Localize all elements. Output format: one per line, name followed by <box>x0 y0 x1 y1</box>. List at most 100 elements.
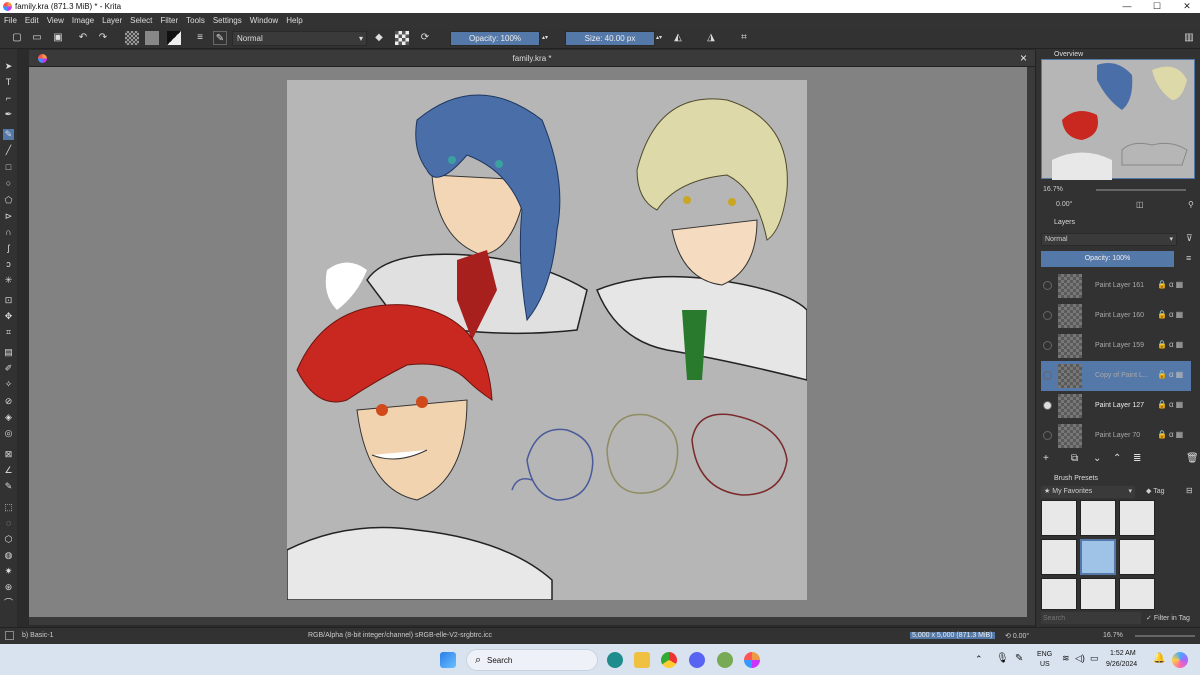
eye-open-icon[interactable] <box>1043 401 1052 410</box>
workspace-icon[interactable]: ▥ <box>1182 31 1196 45</box>
microphone-icon[interactable]: 🎙 <box>996 653 1009 664</box>
maximize-button[interactable]: ☐ <box>1142 0 1172 13</box>
delete-layer-icon[interactable]: 🗑 <box>1186 453 1199 464</box>
layer-lock-alpha-icons[interactable]: 🔒α▦ <box>1157 340 1185 349</box>
mirror-horizontal-icon[interactable]: ◭ <box>671 31 685 45</box>
layers-blend-mode-select[interactable]: Normal ▾ <box>1041 233 1177 246</box>
close-window-button[interactable]: ✕ <box>1172 0 1200 13</box>
fill-tool-icon[interactable]: ◈ <box>3 412 14 423</box>
move-up-icon[interactable]: ⌃ <box>1113 453 1121 464</box>
brush-status-icon[interactable] <box>5 631 14 640</box>
polygon-tool-icon[interactable]: ⬠ <box>3 195 14 206</box>
similar-select-tool-icon[interactable]: ⊛ <box>3 582 14 593</box>
krita-taskbar-icon[interactable] <box>744 652 760 668</box>
battery-icon[interactable]: ▭ <box>1090 653 1099 664</box>
eraser-icon[interactable]: ◆ <box>372 31 386 45</box>
menu-layer[interactable]: Layer <box>102 16 122 25</box>
menu-help[interactable]: Help <box>286 16 302 25</box>
layer-lock-alpha-icons[interactable]: 🔒α▦ <box>1157 400 1185 409</box>
chrome-icon[interactable] <box>661 652 677 668</box>
menu-image[interactable]: Image <box>72 16 94 25</box>
menu-select[interactable]: Select <box>130 16 152 25</box>
brush-search-input[interactable] <box>1041 612 1141 624</box>
status-image-size[interactable]: 5,000 x 5,000 (871.3 MiB) <box>910 632 995 639</box>
overview-zoom-slider[interactable] <box>1096 189 1186 191</box>
overview-zoom[interactable]: 16.7% <box>1043 186 1063 193</box>
brush-preset-eraser-soft[interactable] <box>1041 500 1077 536</box>
brush-tag-select[interactable]: ★ My Favorites ▾ <box>1041 486 1135 498</box>
layer-row[interactable]: Paint Layer 70 🔒α▦ <box>1041 421 1191 451</box>
polyline-tool-icon[interactable]: ⊳ <box>3 211 14 222</box>
brush-preset-ink-pen[interactable] <box>1041 539 1077 575</box>
freehand-select-tool-icon[interactable]: ◍ <box>3 550 14 561</box>
brush-preset-basic-1[interactable] <box>1080 539 1116 575</box>
menu-edit[interactable]: Edit <box>25 16 39 25</box>
line-tool-icon[interactable]: ╱ <box>3 145 14 156</box>
opacity-spin-icon[interactable]: ▴▾ <box>541 31 549 45</box>
tag-button[interactable]: ◆ Tag <box>1146 487 1165 495</box>
reference-tool-icon[interactable]: ✎ <box>3 481 14 492</box>
calligraphy-tool-icon[interactable]: ✒ <box>3 109 14 120</box>
brush-preset-pencil-orange[interactable] <box>1119 578 1155 610</box>
measure-tool-icon[interactable]: ∠ <box>3 465 14 476</box>
layer-lock-alpha-icons[interactable]: 🔒α▦ <box>1157 280 1185 289</box>
add-layer-icon[interactable]: + <box>1043 453 1049 464</box>
brush-preset-eraser-grey[interactable] <box>1119 500 1155 536</box>
mirror-view-icon[interactable]: ◫ <box>1136 200 1144 209</box>
bezier-select-tool-icon[interactable]: ⌒ <box>3 598 14 609</box>
layer-row[interactable]: Copy of Paint L... 🔒α▦ <box>1041 361 1191 391</box>
menu-tools[interactable]: Tools <box>186 16 205 25</box>
layer-lock-alpha-icons[interactable]: 🔒α▦ <box>1157 310 1185 319</box>
keyboard-layout-indicator[interactable]: US <box>1040 661 1050 668</box>
brush-preset-marker-black[interactable] <box>1119 539 1155 575</box>
layers-opacity-slider[interactable]: Opacity: 100% <box>1041 251 1174 267</box>
eye-closed-icon[interactable] <box>1043 431 1052 440</box>
dynamic-brush-tool-icon[interactable]: ɔ <box>3 259 14 270</box>
clock-date[interactable]: 9/26/2024 <box>1106 661 1137 668</box>
menu-filter[interactable]: Filter <box>160 16 178 25</box>
close-document-icon[interactable]: × <box>1020 51 1027 65</box>
bezier-tool-icon[interactable]: ∩ <box>3 227 14 238</box>
open-folder-icon[interactable]: ▭ <box>30 31 44 45</box>
size-spin-icon[interactable]: ▴▾ <box>655 31 663 45</box>
transform-tool-icon[interactable]: ⊡ <box>3 295 14 306</box>
overview-thumbnail[interactable] <box>1041 59 1195 180</box>
layer-row[interactable]: Paint Layer 160 🔒α▦ <box>1041 301 1191 331</box>
pattern-icon[interactable] <box>145 31 159 45</box>
artwork-canvas[interactable] <box>286 80 808 601</box>
gradient-tool-icon[interactable]: ▤ <box>3 347 14 358</box>
polygon-select-tool-icon[interactable]: ⬡ <box>3 534 14 545</box>
new-document-icon[interactable]: ▢ <box>10 31 24 45</box>
edge-icon[interactable] <box>607 652 623 668</box>
menu-view[interactable]: View <box>47 16 64 25</box>
reload-preset-icon[interactable]: ⟳ <box>418 31 432 45</box>
undo-icon[interactable]: ↶ <box>76 31 90 45</box>
document-tab[interactable]: family.kra * × <box>29 50 1035 67</box>
select-shapes-tool-icon[interactable]: ➤ <box>3 61 14 72</box>
horizontal-scrollbar[interactable] <box>29 617 1035 625</box>
discord-icon[interactable] <box>689 652 705 668</box>
menu-file[interactable]: File <box>4 16 17 25</box>
color-sampler-icon[interactable]: ⊘ <box>3 396 14 407</box>
volume-icon[interactable]: ◁) <box>1075 653 1085 664</box>
rect-select-tool-icon[interactable]: ⬚ <box>3 502 14 513</box>
text-tool-icon[interactable]: T <box>3 77 14 88</box>
pin-icon[interactable]: ⚲ <box>1188 200 1194 209</box>
redo-icon[interactable]: ↷ <box>96 31 110 45</box>
ellipse-tool-icon[interactable]: ○ <box>3 178 14 189</box>
eye-closed-icon[interactable] <box>1043 371 1052 380</box>
fg-bg-color-icon[interactable] <box>167 31 181 45</box>
blend-mode-select[interactable]: Normal ▾ <box>232 31 367 46</box>
mirror-vertical-icon[interactable]: ◮ <box>704 31 718 45</box>
brush-preset-brush-red[interactable] <box>1080 578 1116 610</box>
brush-preset-pen-blue[interactable] <box>1080 500 1116 536</box>
brush-preset-pencil-black[interactable] <box>1041 578 1077 610</box>
opacity-slider[interactable]: Opacity: 100% <box>450 31 540 46</box>
move-down-icon[interactable]: ⌄ <box>1093 453 1101 464</box>
pen-icon[interactable]: ✎ <box>1015 653 1023 664</box>
minimize-button[interactable]: — <box>1112 0 1142 13</box>
layer-properties-icon[interactable]: ≣ <box>1133 453 1141 464</box>
app-icon[interactable] <box>717 652 733 668</box>
layer-lock-alpha-icons[interactable]: 🔒α▦ <box>1157 430 1185 439</box>
status-zoom[interactable]: 16.7% <box>1103 632 1123 639</box>
